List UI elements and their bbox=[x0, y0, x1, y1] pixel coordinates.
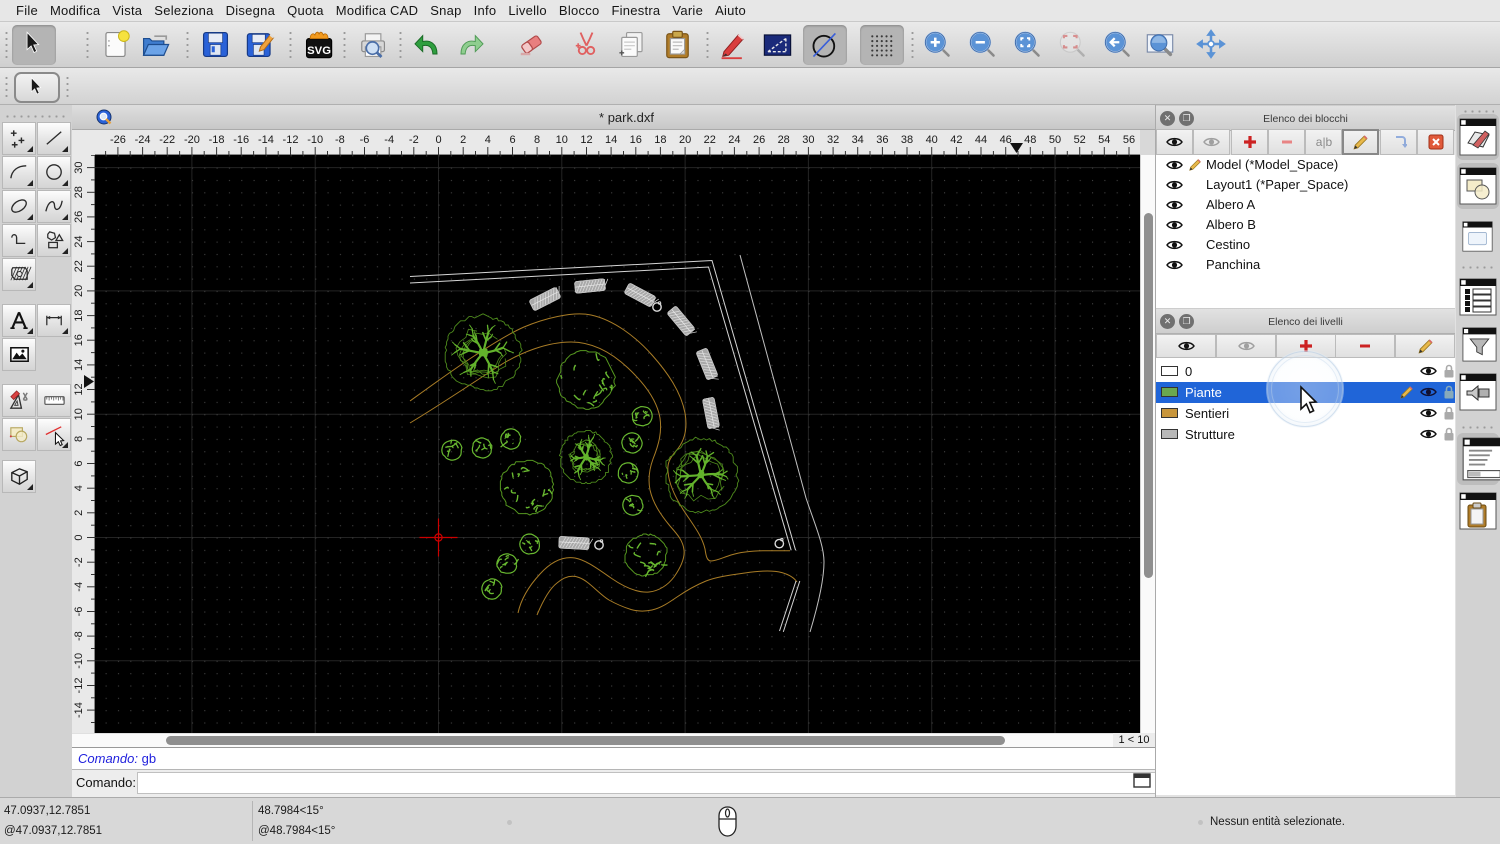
svg-text:0: 0 bbox=[73, 534, 85, 540]
svg-text:-4: -4 bbox=[73, 582, 85, 592]
svg-text:14: 14 bbox=[605, 134, 617, 146]
svg-text:-8: -8 bbox=[335, 134, 345, 146]
svg-text:-18: -18 bbox=[209, 134, 225, 146]
svg-text:-22: -22 bbox=[159, 134, 175, 146]
svg-text:36: 36 bbox=[876, 134, 888, 146]
svg-text:2: 2 bbox=[460, 134, 466, 146]
svg-text:6: 6 bbox=[73, 460, 85, 466]
svg-text:SVG: SVG bbox=[307, 45, 331, 57]
svg-text:-4: -4 bbox=[384, 134, 394, 146]
svg-text:10: 10 bbox=[556, 134, 568, 146]
svg-text:-20: -20 bbox=[184, 134, 200, 146]
svg-text:8: 8 bbox=[73, 436, 85, 442]
svg-text:10: 10 bbox=[73, 408, 85, 420]
svg-text:-12: -12 bbox=[73, 678, 85, 694]
svg-text:22: 22 bbox=[73, 260, 85, 272]
svg-text:52: 52 bbox=[1074, 134, 1086, 146]
svg-text:-8: -8 bbox=[73, 631, 85, 641]
svg-text:4: 4 bbox=[73, 485, 85, 491]
svg-text:42: 42 bbox=[950, 134, 962, 146]
svg-text:a|b: a|b bbox=[1315, 135, 1332, 149]
svg-text:-2: -2 bbox=[409, 134, 419, 146]
svg-text:28: 28 bbox=[778, 134, 790, 146]
svg-text:6: 6 bbox=[509, 134, 515, 146]
svg-text:12: 12 bbox=[580, 134, 592, 146]
svg-text:-2: -2 bbox=[73, 557, 85, 567]
svg-text:16: 16 bbox=[630, 134, 642, 146]
svg-text:24: 24 bbox=[73, 235, 85, 247]
svg-text:30: 30 bbox=[73, 161, 85, 173]
svg-text:50: 50 bbox=[1049, 134, 1061, 146]
svg-text:18: 18 bbox=[654, 134, 666, 146]
svg-text:40: 40 bbox=[926, 134, 938, 146]
svg-text:34: 34 bbox=[852, 134, 864, 146]
svg-text:44: 44 bbox=[975, 134, 987, 146]
svg-text:-6: -6 bbox=[73, 607, 85, 617]
svg-text:-14: -14 bbox=[73, 702, 85, 718]
svg-text:24: 24 bbox=[728, 134, 740, 146]
svg-text:-12: -12 bbox=[283, 134, 299, 146]
svg-text:38: 38 bbox=[901, 134, 913, 146]
svg-text:-14: -14 bbox=[258, 134, 274, 146]
svg-text:14: 14 bbox=[73, 359, 85, 371]
svg-text:4: 4 bbox=[485, 134, 491, 146]
svg-text:-10: -10 bbox=[307, 134, 323, 146]
svg-text:30: 30 bbox=[802, 134, 814, 146]
svg-text:-26: -26 bbox=[110, 134, 126, 146]
svg-text:22: 22 bbox=[704, 134, 716, 146]
svg-text:26: 26 bbox=[753, 134, 765, 146]
svg-text:28: 28 bbox=[73, 186, 85, 198]
svg-text:54: 54 bbox=[1098, 134, 1110, 146]
svg-text:56: 56 bbox=[1123, 134, 1135, 146]
svg-text:-16: -16 bbox=[233, 134, 249, 146]
svg-text:-10: -10 bbox=[73, 653, 85, 669]
svg-text:20: 20 bbox=[679, 134, 691, 146]
svg-text:2: 2 bbox=[73, 510, 85, 516]
svg-text:26: 26 bbox=[73, 211, 85, 223]
svg-text:48: 48 bbox=[1024, 134, 1036, 146]
svg-text:18: 18 bbox=[73, 309, 85, 321]
svg-text:32: 32 bbox=[827, 134, 839, 146]
svg-text:-6: -6 bbox=[360, 134, 370, 146]
svg-text:0: 0 bbox=[435, 134, 441, 146]
svg-text:20: 20 bbox=[73, 285, 85, 297]
svg-text:8: 8 bbox=[534, 134, 540, 146]
svg-text:-24: -24 bbox=[135, 134, 151, 146]
svg-text:16: 16 bbox=[73, 334, 85, 346]
